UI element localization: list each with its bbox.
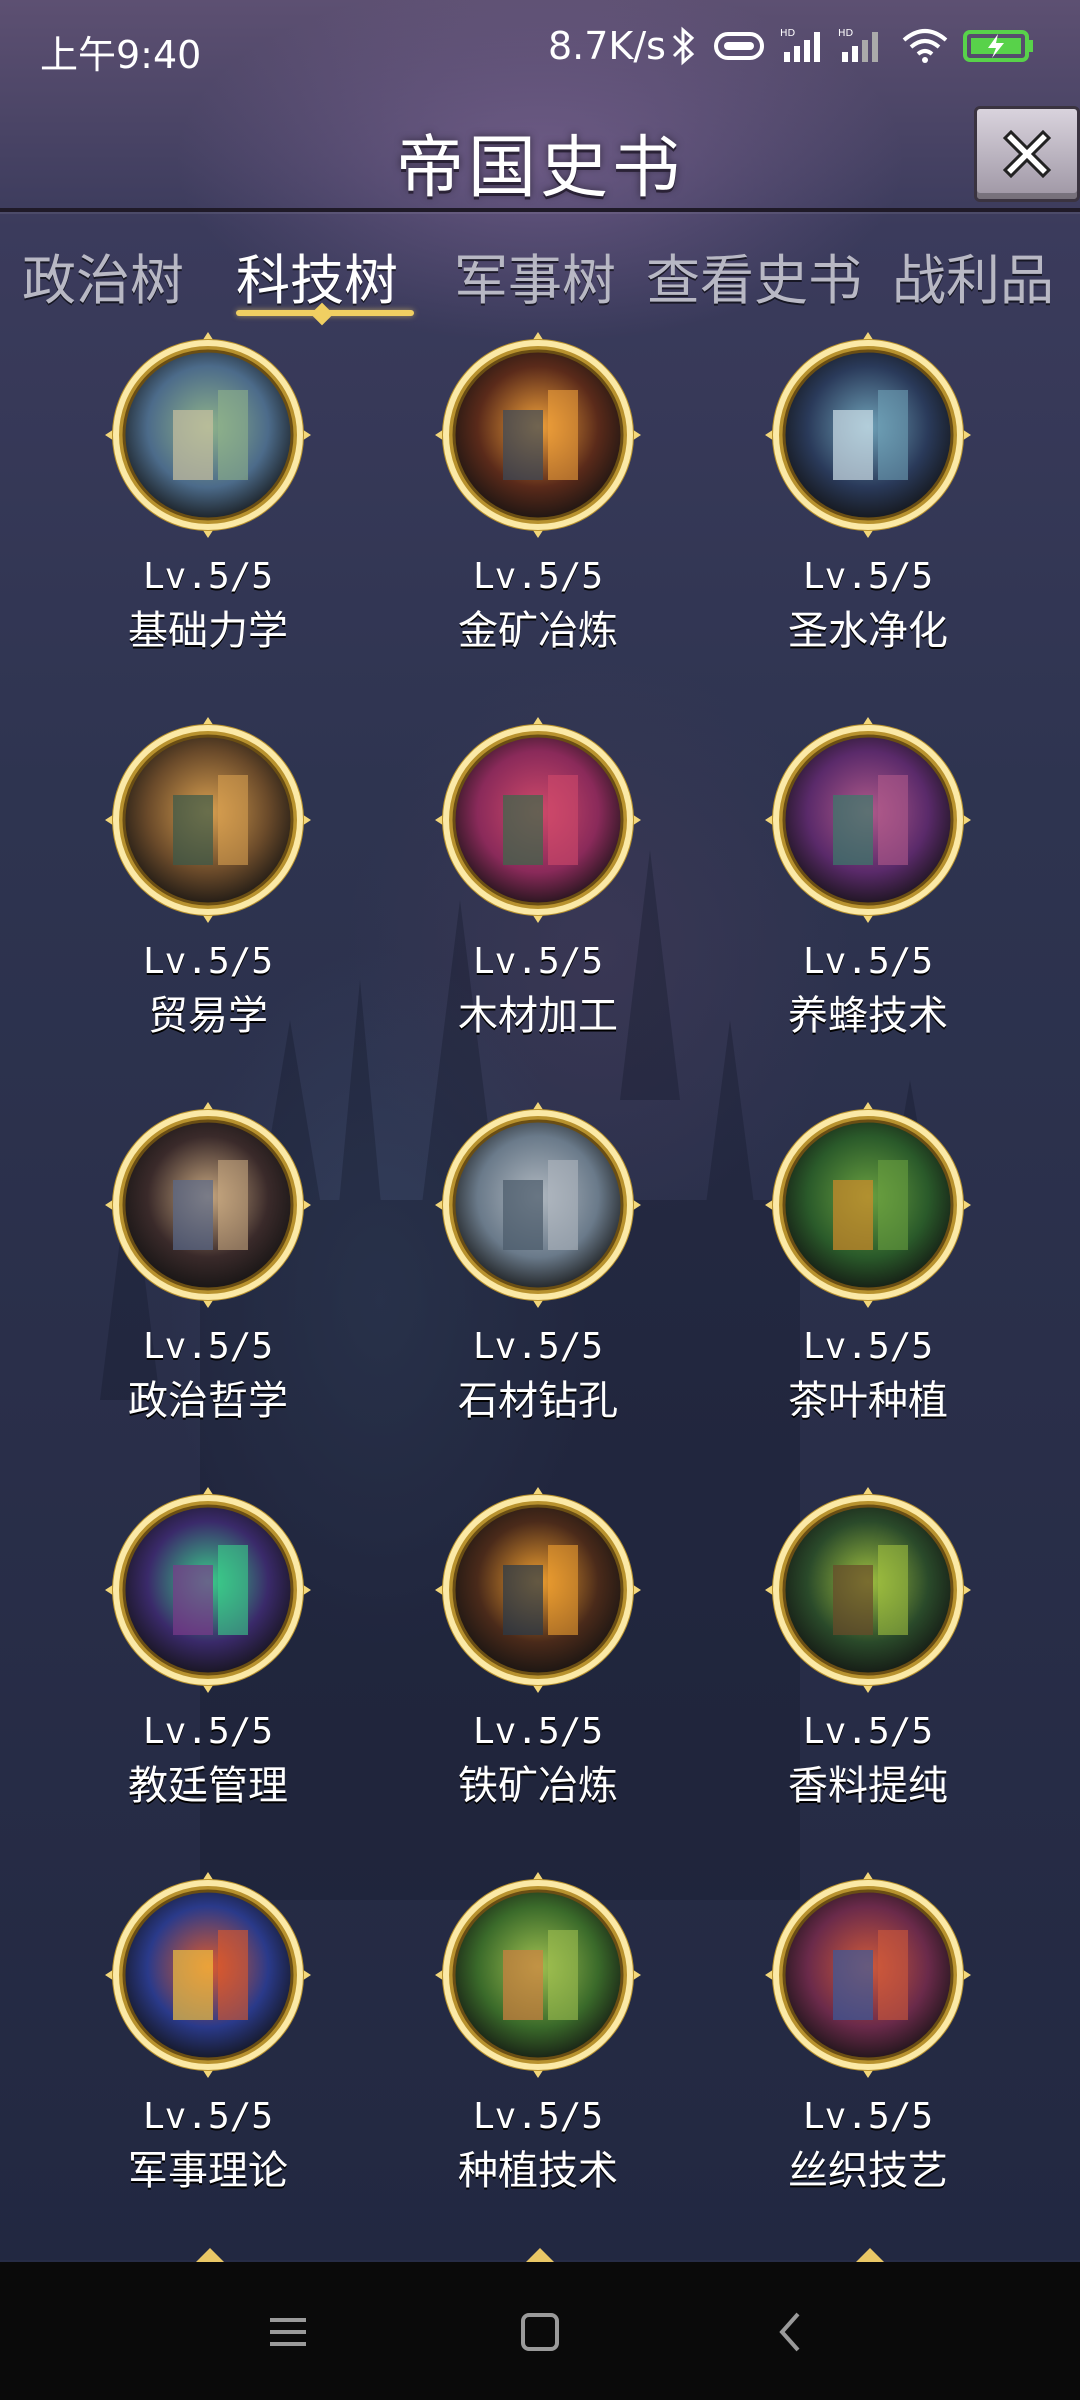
tech-name: 茶叶种植 bbox=[788, 1378, 948, 1424]
tech-level: Lv.5/5 bbox=[142, 2096, 274, 2137]
header-divider bbox=[0, 208, 1080, 212]
tech-name: 铁矿冶炼 bbox=[458, 1763, 618, 1809]
back-icon[interactable] bbox=[762, 2302, 822, 2362]
system-nav-bar bbox=[0, 2262, 1080, 2400]
tech-item[interactable]: Lv.5/5 茶叶种植 bbox=[728, 1100, 1008, 1440]
priests-icon bbox=[105, 1487, 311, 1693]
tech-level: Lv.5/5 bbox=[802, 1326, 934, 1367]
tech-name: 石材钻孔 bbox=[458, 1378, 618, 1424]
vibrate-icon bbox=[714, 32, 764, 60]
tech-item[interactable]: Lv.5/5 政治哲学 bbox=[68, 1100, 348, 1440]
status-time: 上午9:40 bbox=[40, 33, 202, 77]
battery-charging-icon bbox=[963, 30, 1033, 62]
svg-text:HD: HD bbox=[780, 28, 796, 39]
statue-mechanics-icon bbox=[105, 332, 311, 538]
tech-level: Lv.5/5 bbox=[802, 1711, 934, 1752]
tab-spoils[interactable]: 战利品 bbox=[892, 236, 1054, 315]
tab-technology[interactable]: 科技树 bbox=[236, 236, 398, 315]
tab-politics[interactable]: 政治树 bbox=[22, 236, 184, 315]
tech-level: Lv.5/5 bbox=[472, 1326, 604, 1367]
close-x-icon bbox=[1002, 129, 1052, 179]
tech-level: Lv.5/5 bbox=[142, 941, 274, 982]
forest-icon bbox=[435, 717, 641, 923]
tech-level: Lv.5/5 bbox=[802, 941, 934, 982]
tech-name: 香料提纯 bbox=[788, 1763, 948, 1809]
tech-item[interactable]: Lv.5/5 丝织技艺 bbox=[728, 1870, 1008, 2210]
tea-plant-icon bbox=[765, 1102, 971, 1308]
shrine-icon bbox=[765, 332, 971, 538]
tech-name: 养蜂技术 bbox=[788, 993, 948, 1039]
hd-signal-icon: HD bbox=[780, 28, 820, 62]
philosopher-icon bbox=[105, 1102, 311, 1308]
tech-level: Lv.5/5 bbox=[472, 1711, 604, 1752]
tech-name: 军事理论 bbox=[128, 2148, 288, 2194]
tech-level: Lv.5/5 bbox=[802, 2096, 934, 2137]
knight-icon bbox=[105, 1872, 311, 2078]
close-button[interactable] bbox=[974, 106, 1080, 202]
tech-item[interactable]: Lv.5/5 石材钻孔 bbox=[398, 1100, 678, 1440]
tech-name: 教廷管理 bbox=[128, 1763, 288, 1809]
tab-history-book[interactable]: 查看史书 bbox=[646, 236, 862, 315]
tech-name: 圣水净化 bbox=[788, 608, 948, 654]
forge-icon bbox=[435, 1487, 641, 1693]
hd-signal-icon-2: HD bbox=[838, 28, 878, 62]
tech-level: Lv.5/5 bbox=[472, 2096, 604, 2137]
tech-name: 木材加工 bbox=[458, 993, 618, 1039]
furnace-icon bbox=[435, 332, 641, 538]
tech-item[interactable]: Lv.5/5 军事理论 bbox=[68, 1870, 348, 2210]
tech-level: Lv.5/5 bbox=[142, 1326, 274, 1367]
tech-level: Lv.5/5 bbox=[142, 1711, 274, 1752]
tab-military[interactable]: 军事树 bbox=[454, 236, 616, 315]
tech-name: 贸易学 bbox=[148, 993, 268, 1039]
menu-icon[interactable] bbox=[258, 2302, 318, 2362]
status-bar: 上午9:40 8.7K/s HD HD bbox=[0, 0, 1080, 96]
tech-item[interactable]: Lv.5/5 木材加工 bbox=[398, 715, 678, 1055]
silk-town-icon bbox=[765, 1872, 971, 2078]
market-icon bbox=[105, 717, 311, 923]
tech-name: 种植技术 bbox=[458, 2148, 618, 2194]
tech-name: 金矿冶炼 bbox=[458, 608, 618, 654]
tech-name: 基础力学 bbox=[128, 608, 288, 654]
tech-level: Lv.5/5 bbox=[142, 556, 274, 597]
tech-item[interactable]: Lv.5/5 基础力学 bbox=[68, 330, 348, 670]
tech-level: Lv.5/5 bbox=[472, 941, 604, 982]
tech-item[interactable]: Lv.5/5 养蜂技术 bbox=[728, 715, 1008, 1055]
farm-icon bbox=[435, 1872, 641, 2078]
bluetooth-icon bbox=[672, 26, 695, 66]
drill-icon bbox=[435, 1102, 641, 1308]
tech-level: Lv.5/5 bbox=[802, 556, 934, 597]
wifi-icon bbox=[902, 29, 948, 63]
tech-item[interactable]: Lv.5/5 铁矿冶炼 bbox=[398, 1485, 678, 1825]
tech-name: 丝织技艺 bbox=[788, 2148, 948, 2194]
tech-item[interactable]: Lv.5/5 香料提纯 bbox=[728, 1485, 1008, 1825]
tech-item[interactable]: Lv.5/5 种植技术 bbox=[398, 1870, 678, 2210]
tech-level: Lv.5/5 bbox=[472, 556, 604, 597]
home-icon[interactable] bbox=[510, 2302, 570, 2362]
spice-icon bbox=[765, 1487, 971, 1693]
svg-text:HD: HD bbox=[838, 28, 854, 39]
network-speed: 8.7K/s bbox=[548, 24, 666, 68]
tech-item[interactable]: Lv.5/5 教廷管理 bbox=[68, 1485, 348, 1825]
tech-item[interactable]: Lv.5/5 圣水净化 bbox=[728, 330, 1008, 670]
page-title: 帝国史书 bbox=[395, 129, 684, 208]
tech-item[interactable]: Lv.5/5 金矿冶炼 bbox=[398, 330, 678, 670]
tech-name: 政治哲学 bbox=[128, 1378, 288, 1424]
tech-item[interactable]: Lv.5/5 贸易学 bbox=[68, 715, 348, 1055]
beehive-icon bbox=[765, 717, 971, 923]
